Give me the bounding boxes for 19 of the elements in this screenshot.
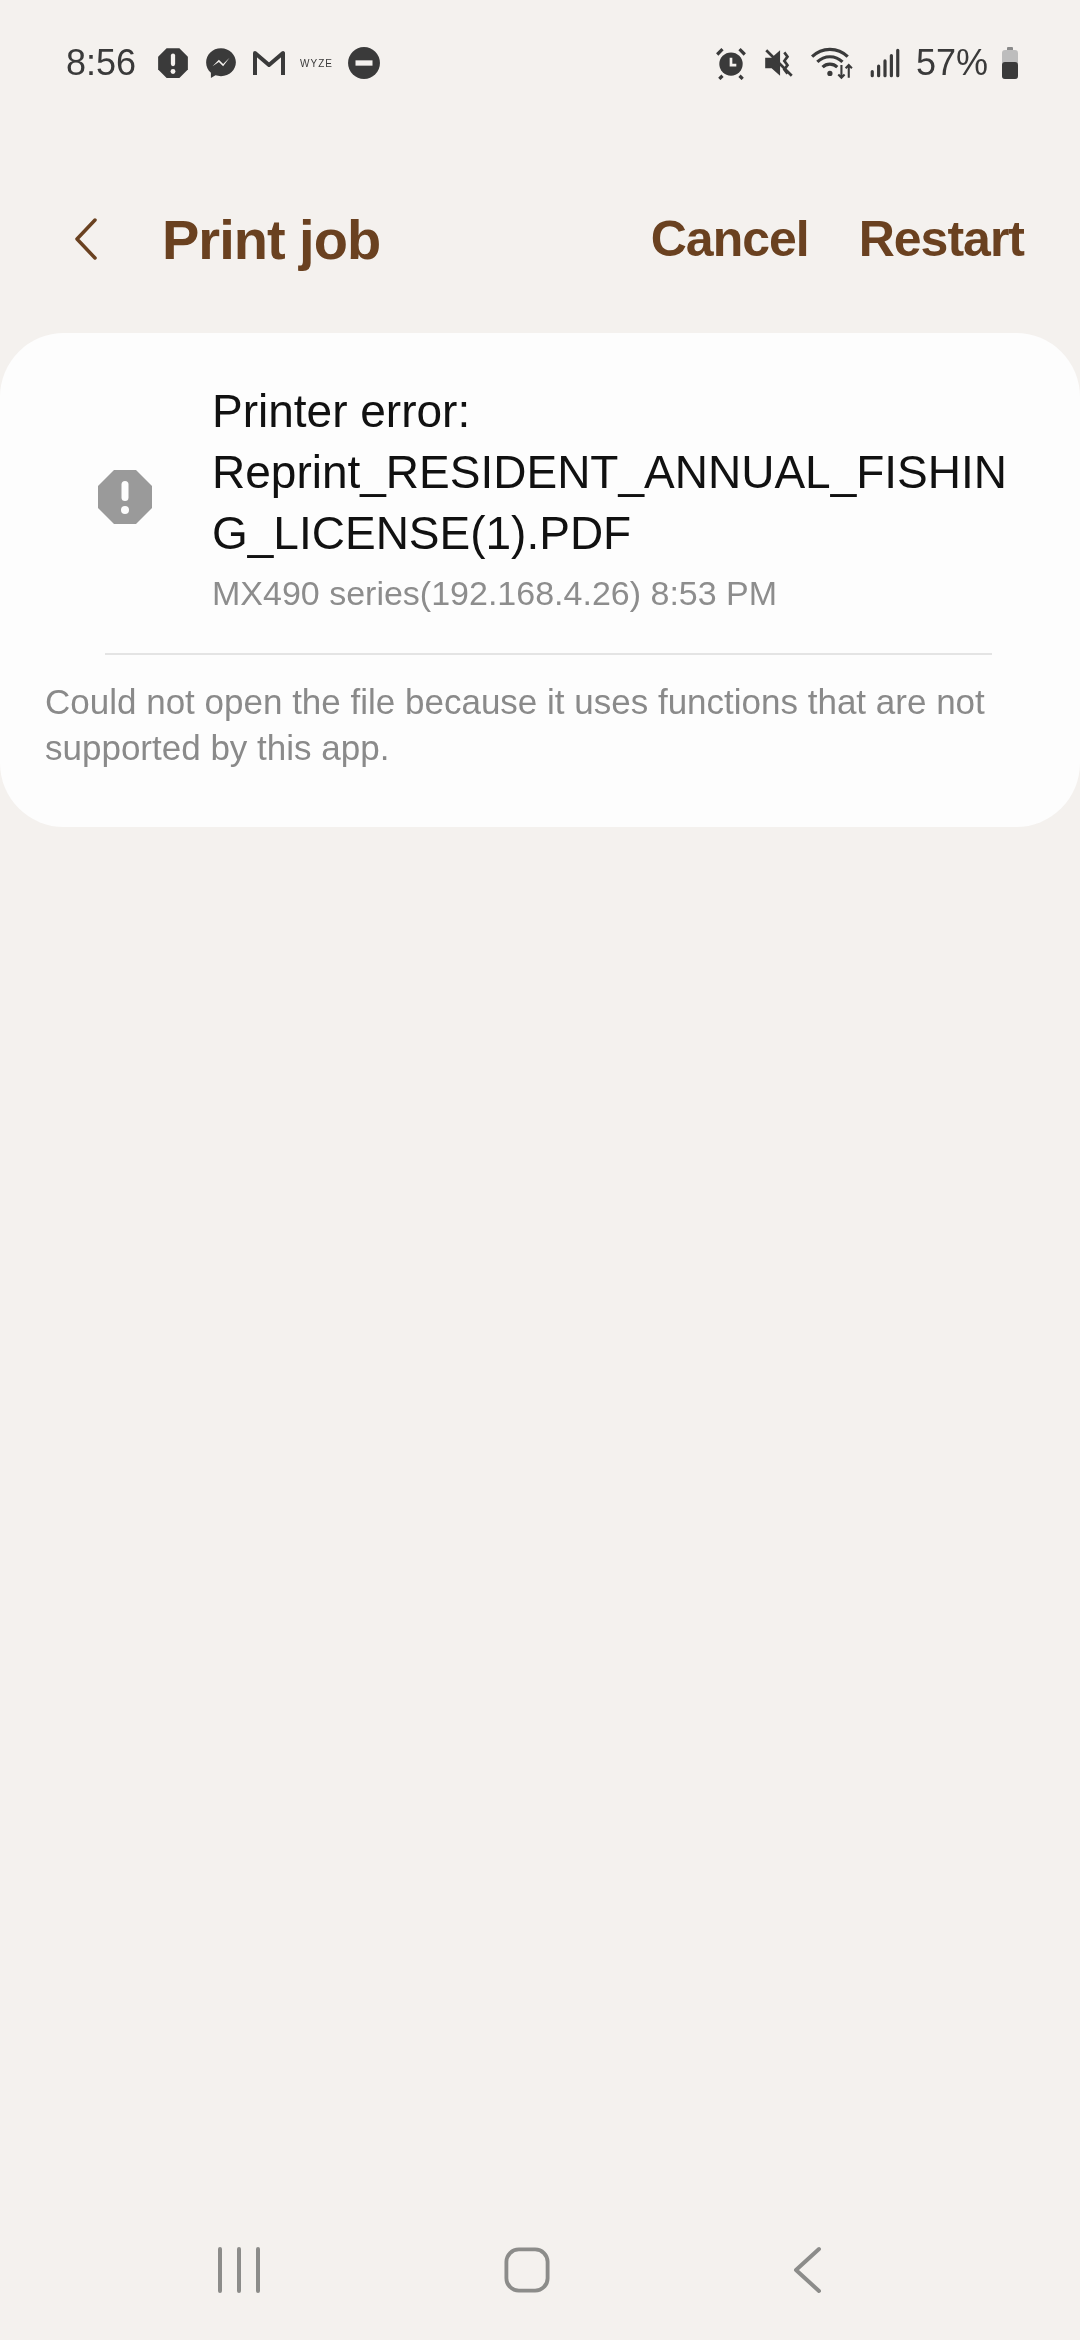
page-title: Print job <box>162 206 381 272</box>
job-subtitle: MX490 series(192.168.4.26) 8:53 PM <box>212 574 779 613</box>
error-message: Could not open the file because it uses functions that are not supported by this app. <box>45 681 986 769</box>
battery-icon <box>1002 47 1018 79</box>
header-action[interactable]: Restart <box>858 210 1024 268</box>
alert-icon <box>156 46 191 80</box>
status-time: 8:56 <box>66 42 137 84</box>
notification-label: WYZE <box>300 57 333 69</box>
recent-apps-icon[interactable] <box>216 2246 262 2294</box>
battery-percent: 57% <box>915 42 988 84</box>
header-action[interactable]: Cancel <box>650 210 809 268</box>
warning-icon <box>97 469 153 525</box>
wifi-icon <box>809 46 854 80</box>
home-icon[interactable] <box>504 2246 550 2294</box>
alarm-icon <box>713 46 748 80</box>
job-title: Printer error: Reprint_RESIDENT_ANNUAL_FISHING_LICENSE(1).PDF <box>212 384 1008 561</box>
back-icon[interactable] <box>792 2246 822 2294</box>
chat-bubble-icon <box>204 46 239 80</box>
do-not-disturb-icon <box>346 46 381 80</box>
